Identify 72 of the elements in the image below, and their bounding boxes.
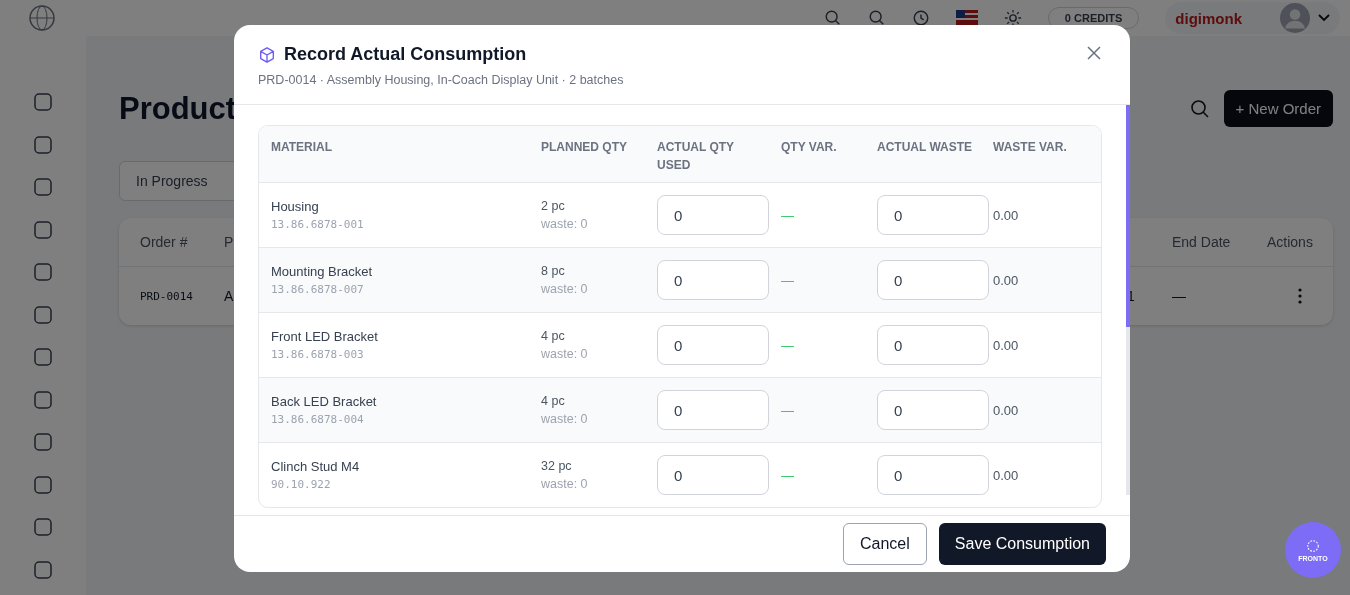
actual-waste-input[interactable]: 0 bbox=[877, 325, 989, 365]
waste-variance: 0.00 bbox=[993, 207, 1020, 223]
waste-variance: 0.00 bbox=[993, 402, 1020, 418]
column-header: MATERIAL bbox=[271, 139, 334, 156]
dialog-subtitle: PRD-0014 · Assembly Housing, In-Coach Display Unit · 2 batches bbox=[258, 73, 625, 87]
material-name: Housing bbox=[271, 199, 319, 214]
dialog-title: Record Actual Consumption bbox=[284, 44, 527, 65]
planned-waste: waste: 0 bbox=[541, 347, 588, 361]
table-cell: — bbox=[1172, 288, 1186, 304]
actual-qty-input[interactable]: 0 bbox=[657, 260, 769, 300]
search-icon[interactable] bbox=[823, 9, 842, 27]
waste-variance: 0.00 bbox=[993, 272, 1020, 288]
qty-variance: — bbox=[781, 207, 795, 223]
planned-qty: 2 pc bbox=[541, 199, 565, 213]
column-header: WASTE VAR. bbox=[993, 139, 1068, 156]
actual-qty-input[interactable]: 0 bbox=[657, 455, 769, 495]
material-name: Mounting Bracket bbox=[271, 264, 373, 279]
material-name: Front LED Bracket bbox=[271, 329, 378, 344]
material-code: 13.86.6878-004 bbox=[271, 413, 364, 426]
material-code: 13.86.6878-007 bbox=[271, 283, 364, 296]
material-name: Clinch Stud M4 bbox=[271, 459, 360, 474]
column-header: QTY VAR. bbox=[781, 139, 838, 156]
scrollbar[interactable] bbox=[1126, 105, 1130, 495]
planned-waste: waste: 0 bbox=[541, 217, 588, 231]
qty-variance: — bbox=[781, 467, 795, 483]
waste-variance: 0.00 bbox=[993, 337, 1020, 353]
sun-icon[interactable] bbox=[1003, 9, 1022, 27]
actual-waste-input[interactable]: 0 bbox=[877, 455, 989, 495]
avatar-icon bbox=[1280, 3, 1310, 33]
column-header: Order # bbox=[140, 234, 188, 250]
table-cell: PRD-0014 bbox=[140, 289, 193, 303]
save-button[interactable]: Save Consumption bbox=[938, 523, 1106, 565]
new-order-button[interactable]: + New Order bbox=[1223, 90, 1333, 127]
waste-variance: 0.00 bbox=[993, 467, 1020, 483]
planned-waste: waste: 0 bbox=[541, 477, 588, 491]
table-cell: A bbox=[224, 288, 234, 304]
column-header: ACTUAL WASTE bbox=[877, 139, 974, 156]
chevron-down-icon bbox=[1318, 14, 1330, 22]
globe-logo-icon bbox=[27, 3, 57, 33]
column-header: P bbox=[224, 234, 234, 250]
planned-qty: 4 pc bbox=[541, 329, 565, 343]
column-header: ACTUAL QTY USED bbox=[657, 139, 735, 174]
actual-qty-input[interactable]: 0 bbox=[657, 195, 769, 235]
actual-qty-input[interactable]: 0 bbox=[657, 390, 769, 430]
material-code: 13.86.6878-001 bbox=[271, 218, 364, 231]
planned-waste: waste: 0 bbox=[541, 412, 588, 426]
material-code: 90.10.922 bbox=[271, 478, 331, 491]
actual-waste-input[interactable]: 0 bbox=[877, 195, 989, 235]
flag-icon[interactable] bbox=[955, 10, 978, 26]
qty-variance: — bbox=[781, 272, 795, 288]
actual-waste-input[interactable]: 0 bbox=[877, 260, 989, 300]
search-icon[interactable] bbox=[867, 9, 886, 27]
planned-qty: 32 pc bbox=[541, 459, 572, 473]
qty-variance: — bbox=[781, 402, 795, 418]
planned-qty: 8 pc bbox=[541, 264, 565, 278]
material-code: 13.86.6878-003 bbox=[271, 348, 364, 361]
box-icon bbox=[258, 45, 276, 64]
clock-icon[interactable] bbox=[911, 9, 930, 27]
cancel-button[interactable]: Cancel bbox=[843, 523, 927, 565]
column-header: PLANNED QTY bbox=[541, 139, 628, 156]
column-header: End Date bbox=[1172, 234, 1231, 250]
planned-waste: waste: 0 bbox=[541, 282, 588, 296]
close-icon[interactable] bbox=[1087, 46, 1101, 60]
assistant-icon bbox=[1306, 538, 1320, 553]
page-title: Product bbox=[119, 90, 237, 127]
actual-waste-input[interactable]: 0 bbox=[877, 390, 989, 430]
planned-qty: 4 pc bbox=[541, 394, 565, 408]
column-header: Actions bbox=[1267, 234, 1313, 250]
material-name: Back LED Bracket bbox=[271, 394, 377, 409]
actual-qty-input[interactable]: 0 bbox=[657, 325, 769, 365]
qty-variance: — bbox=[781, 337, 795, 353]
more-icon[interactable] bbox=[1297, 288, 1302, 304]
